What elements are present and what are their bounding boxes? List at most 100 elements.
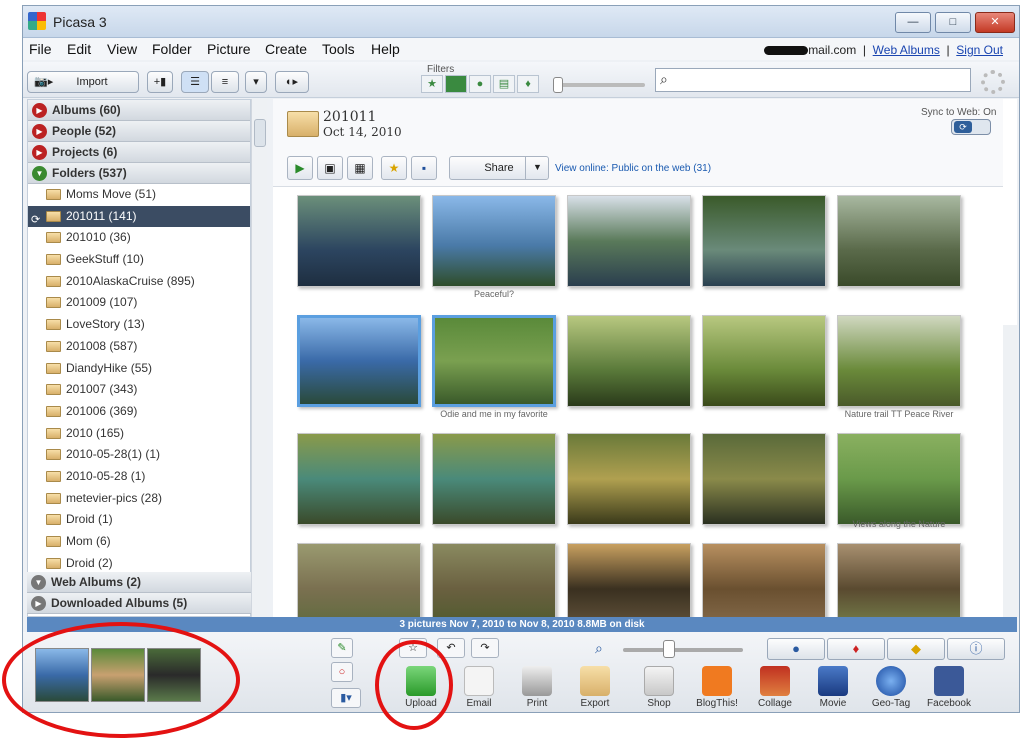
save-album-button[interactable]: ▪	[411, 156, 437, 180]
close-button[interactable]: ✕	[975, 12, 1015, 33]
collage-button[interactable]: Collage	[749, 666, 801, 709]
search-input[interactable]	[676, 71, 966, 89]
clear-button[interactable]: ○	[331, 662, 353, 682]
facebook-button[interactable]: Facebook	[923, 666, 975, 709]
geotag-filter-button[interactable]: ♦	[517, 75, 539, 93]
photo-thumbnail[interactable]	[297, 543, 421, 617]
shop-button[interactable]: Shop	[633, 666, 685, 709]
chevron-down-icon: ▾	[253, 76, 259, 88]
folder-item[interactable]: GeekStuff (10)	[28, 249, 250, 271]
sidebar-scrollbar[interactable]	[251, 99, 267, 617]
hold-button[interactable]: ✎	[331, 638, 353, 658]
slideshow-button[interactable]: ◐▸	[275, 71, 309, 93]
minimize-button[interactable]: —	[895, 12, 931, 33]
folder-item[interactable]: 201009 (107)	[28, 292, 250, 314]
photo-thumbnail[interactable]	[702, 543, 826, 617]
photo-thumbnail[interactable]	[432, 195, 556, 287]
photo-thumbnail[interactable]	[837, 315, 961, 407]
photo-thumbnail[interactable]	[567, 195, 691, 287]
scroll-thumb[interactable]	[254, 119, 266, 147]
folder-item[interactable]: 201006 (369)	[28, 401, 250, 423]
collage-album-button[interactable]: ▦	[347, 156, 373, 180]
print-button[interactable]: Print	[511, 666, 563, 709]
play-slideshow-button[interactable]: ▶	[287, 156, 313, 180]
menu-help[interactable]: Help	[371, 41, 400, 57]
folder-item[interactable]: DiandyHike (55)	[28, 358, 250, 380]
folder-item[interactable]: Moms Move (51)	[28, 184, 250, 206]
library-scrollbar[interactable]	[1003, 325, 1017, 617]
sync-toggle[interactable]: ⟳	[951, 119, 991, 135]
photo-thumbnail[interactable]	[837, 433, 961, 525]
folder-item[interactable]: 201008 (587)	[28, 336, 250, 358]
tags-button[interactable]: ◆	[887, 638, 945, 660]
photo-thumbnail[interactable]	[567, 543, 691, 617]
search-box[interactable]: ⌕	[655, 68, 971, 92]
movie-button[interactable]: Movie	[807, 666, 859, 709]
menu-file[interactable]: File	[29, 41, 52, 57]
uploaded-filter-button[interactable]: ▤	[493, 75, 515, 93]
people-section[interactable]: ▶ People (52)	[28, 121, 250, 142]
info-button[interactable]: ⓘ	[947, 638, 1005, 660]
photo-thumbnail[interactable]	[837, 543, 961, 617]
folder-item[interactable]: 2010-05-28(1) (1)	[28, 444, 250, 466]
folders-section[interactable]: ▼ Folders (537)	[28, 163, 250, 184]
places-button[interactable]: ♦	[827, 638, 885, 660]
video-filter-button[interactable]	[445, 75, 467, 93]
add-album-button[interactable]: +▮	[147, 71, 173, 93]
photo-thumbnail-selected[interactable]	[297, 315, 421, 407]
export-button[interactable]: Export	[569, 666, 621, 709]
email-button[interactable]: Email	[453, 666, 505, 709]
albums-section[interactable]: ▶ Albums (60)	[28, 100, 250, 121]
view-dropdown-button[interactable]: ▾	[245, 71, 267, 93]
folder-item[interactable]: 201007 (343)	[28, 379, 250, 401]
star-album-button[interactable]: ★	[381, 156, 407, 180]
projects-section[interactable]: ▶ Projects (6)	[28, 142, 250, 163]
photo-thumbnail[interactable]	[297, 433, 421, 525]
photo-thumbnail[interactable]	[837, 195, 961, 287]
web-albums-section[interactable]: ▼ Web Albums (2)	[27, 572, 251, 593]
photo-thumbnail[interactable]	[702, 433, 826, 525]
folder-item-selected[interactable]: ⟳ 201011 (141)	[28, 205, 250, 228]
grid-view-button[interactable]: ☰	[181, 71, 209, 93]
geotag-button[interactable]: Geo-Tag	[865, 666, 917, 709]
view-online-link[interactable]: View online: Public on the web (31)	[555, 163, 711, 174]
folder-item[interactable]: metevier-pics (28)	[28, 488, 250, 510]
date-filter-slider[interactable]	[553, 77, 563, 93]
faces-filter-button[interactable]: ●	[469, 75, 491, 93]
folder-item[interactable]: 201010 (36)	[28, 227, 250, 249]
menu-tools[interactable]: Tools	[322, 41, 355, 57]
folder-item[interactable]: LoveStory (13)	[28, 314, 250, 336]
share-dropdown-button[interactable]: ▼	[525, 156, 549, 180]
photo-thumbnail[interactable]	[432, 433, 556, 525]
web-albums-link[interactable]: Web Albums	[873, 43, 940, 57]
folder-item[interactable]: Mom (6)	[28, 531, 250, 553]
folder-item[interactable]: 2010AlaskaCruise (895)	[28, 271, 250, 293]
photo-thumbnail[interactable]	[567, 433, 691, 525]
photo-thumbnail[interactable]	[702, 195, 826, 287]
list-view-button[interactable]: ≡	[211, 71, 239, 93]
menu-folder[interactable]: Folder	[152, 41, 192, 57]
menu-view[interactable]: View	[107, 41, 137, 57]
starred-filter-button[interactable]: ★	[421, 75, 443, 93]
photo-thumbnail[interactable]	[297, 195, 421, 287]
blogthis-button[interactable]: BlogThis!	[691, 666, 743, 709]
photo-thumbnail-selected[interactable]	[432, 315, 556, 407]
photo-thumbnail[interactable]	[567, 315, 691, 407]
maximize-button[interactable]: □	[935, 12, 971, 33]
sign-out-link[interactable]: Sign Out	[956, 43, 1003, 57]
edit-album-button[interactable]: ▣	[317, 156, 343, 180]
downloaded-albums-section[interactable]: ▶ Downloaded Albums (5)	[27, 593, 251, 614]
folder-item[interactable]: Droid (1)	[28, 509, 250, 531]
people-button[interactable]: ●	[767, 638, 825, 660]
photo-thumbnail[interactable]	[432, 543, 556, 617]
add-to-album-button[interactable]: ▮▾	[331, 688, 361, 708]
rotate-right-button[interactable]: ↷	[471, 638, 499, 658]
menu-edit[interactable]: Edit	[67, 41, 91, 57]
folder-item[interactable]: 2010-05-28 (1)	[28, 466, 250, 488]
import-button[interactable]: 📷▸ Import	[27, 71, 139, 93]
zoom-slider[interactable]	[663, 640, 675, 658]
menu-picture[interactable]: Picture	[207, 41, 251, 57]
menu-create[interactable]: Create	[265, 41, 307, 57]
photo-thumbnail[interactable]	[702, 315, 826, 407]
folder-item[interactable]: 2010 (165)	[28, 423, 250, 445]
